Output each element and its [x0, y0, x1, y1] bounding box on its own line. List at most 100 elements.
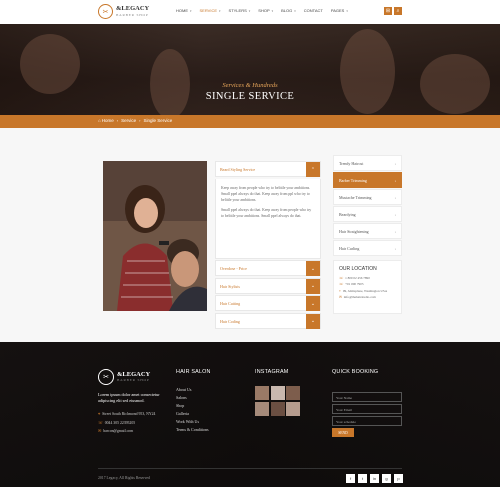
accordion-item[interactable]: Hair Cutting ⌄	[215, 295, 321, 312]
footer-links: About Us Salons Shop Galleria Work With Us Te…	[176, 386, 209, 433]
nav-item-service[interactable]: SERVICE ▾	[200, 8, 221, 13]
cart-button[interactable]: ⊞	[384, 7, 392, 15]
schedule-input[interactable]: Your schedule	[332, 416, 402, 426]
location-address: 09, Jelmsplane, Washington USA	[342, 288, 388, 293]
chevron-right-icon: ›	[394, 178, 396, 183]
service-photo-illustration	[103, 161, 207, 311]
nav-item-stylers[interactable]: STYLERS ▾	[229, 8, 251, 13]
service-photo	[103, 161, 207, 311]
send-button[interactable]: SEND	[332, 428, 354, 437]
instagram-photo[interactable]	[286, 386, 300, 400]
site-header: ✂ &LEGACY BARBER SHOP HOME ▾ SERVICE ▾ STYLE…	[0, 0, 500, 24]
sidebar-list: Trendy Haircut › Barber Trimming › Mustache …	[333, 155, 402, 256]
search-icon: ⌕	[396, 9, 400, 14]
footer-logo-mark-icon: ✂	[98, 369, 114, 385]
instagram-photo[interactable]	[286, 401, 300, 416]
breadcrumb: ⌂ Home › Service › Single Service	[98, 118, 172, 123]
footer-divider	[98, 468, 402, 469]
expand-icon[interactable]: ⌄	[306, 313, 320, 329]
social-icon[interactable]: g	[382, 474, 391, 483]
phone-icon: ☏	[339, 276, 344, 280]
location-phone-alt: +01 000 7905	[345, 282, 364, 287]
footer-contact: ⌖ Street South Richmond 953, NY24 ☏ 0044 3…	[98, 410, 155, 436]
brand-tagline: BARBER SHOP	[116, 12, 149, 17]
breadcrumb-service[interactable]: Service	[121, 118, 136, 123]
social-icon[interactable]: p	[394, 474, 403, 483]
map-pin-icon: ⌖	[98, 412, 101, 416]
footer-link[interactable]: Salons	[176, 394, 209, 402]
copyright: 2017 Legacy, All Rights Reserved	[98, 476, 150, 480]
chevron-down-icon: ▾	[190, 9, 192, 13]
footer-email[interactable]: barcon@gmail.com	[103, 429, 133, 433]
instagram-heading: INSTAGRAM	[255, 369, 289, 375]
accordion-paragraph: Keep away from people who try to belittl…	[221, 185, 311, 202]
sidebar-item[interactable]: Mustache Trimming ›	[333, 189, 402, 205]
accordion-items: Overdose - Price ⌄ Hair Stylists ⌄ Hair Cutt…	[215, 260, 321, 329]
accordion-item[interactable]: Hair Coding ⌄	[215, 312, 321, 329]
accordion-header-open[interactable]: Beard Styling Service ⌃	[215, 161, 321, 177]
accordion-item[interactable]: Overdose - Price ⌄	[215, 260, 321, 277]
footer-logo[interactable]: ✂ &LEGACY BARBER SHOP	[98, 369, 150, 385]
logo-mark-icon: ✂	[98, 4, 113, 19]
location-phone: 1 800 02 456 7890	[345, 276, 370, 280]
instagram-grid	[255, 386, 302, 417]
instagram-photo[interactable]	[270, 386, 285, 400]
chevron-right-icon: ›	[394, 246, 396, 251]
cart-icon: ⊞	[385, 9, 391, 14]
mail-icon: ✉	[339, 294, 342, 299]
footer-link[interactable]: Terms & Conditions	[176, 426, 209, 434]
mobile-icon: ☏	[339, 282, 344, 287]
footer-link[interactable]: Work With Us	[176, 418, 209, 426]
page-hero: Services & Hundreds SINGLE SERVICE	[0, 24, 500, 115]
service-accordion: Beard Styling Service ⌃ Keep away from p…	[215, 161, 321, 331]
breadcrumb-bar: ⌂ Home › Service › Single Service	[0, 115, 500, 128]
accordion-paragraph: Small ppel always do that. Keep away fro…	[221, 207, 312, 218]
location-card: OUR LOCATION ☏ 1 800 02 456 7890 ☏ +01 000…	[333, 260, 402, 314]
accordion-item[interactable]: Hair Stylists ⌄	[215, 277, 321, 294]
hair-salon-heading: HAIR SALON	[176, 369, 211, 375]
email-input[interactable]: Your Email	[332, 404, 402, 414]
chevron-right-icon: ›	[394, 212, 396, 217]
footer-link[interactable]: Shop	[176, 402, 209, 410]
breadcrumb-current: Single Service	[143, 118, 173, 123]
service-sidebar: Trendy Haircut › Barber Trimming › Mustache …	[333, 155, 402, 314]
sidebar-item[interactable]: Hair Curling ›	[333, 240, 402, 256]
instagram-photo[interactable]	[270, 401, 285, 416]
brand-name: &LEGACY	[116, 5, 150, 12]
expand-icon[interactable]: ⌄	[306, 278, 320, 294]
sidebar-item[interactable]: Hair Straightening ›	[333, 223, 402, 239]
name-input[interactable]: Your Name	[332, 392, 402, 402]
quick-booking-heading: QUICK BOOKING	[332, 369, 379, 375]
location-email[interactable]: info@thehairstudio.com	[344, 295, 376, 299]
nav-item-home[interactable]: HOME ▾	[176, 8, 192, 13]
nav-item-pages[interactable]: PAGES ▾	[331, 8, 348, 13]
expand-icon[interactable]: ⌄	[306, 261, 320, 277]
social-icon[interactable]: f	[346, 474, 355, 483]
social-icon[interactable]: t	[358, 474, 367, 483]
nav-item-shop[interactable]: SHOP ▾	[258, 8, 273, 13]
chevron-right-icon: ›	[394, 229, 396, 234]
location-title: OUR LOCATION	[339, 266, 377, 272]
footer-address: Street South Richmond 953, NY24	[102, 412, 156, 416]
home-icon: ⌂	[98, 118, 101, 123]
instagram-photo[interactable]	[255, 386, 269, 400]
social-icon[interactable]: in	[370, 474, 379, 483]
sidebar-item[interactable]: Trendy Haircut ›	[333, 155, 402, 171]
footer-link[interactable]: About Us	[176, 386, 209, 394]
collapse-icon[interactable]: ⌃	[306, 162, 320, 177]
brand-logo[interactable]: ✂ &LEGACY BARBER SHOP	[98, 4, 149, 19]
expand-icon[interactable]: ⌄	[306, 296, 320, 312]
breadcrumb-home[interactable]: Home	[102, 118, 114, 123]
instagram-photo[interactable]	[255, 401, 269, 416]
map-pin-icon: ⌖	[339, 288, 341, 293]
mail-icon: ✉	[98, 429, 102, 433]
nav-item-blog[interactable]: BLOG ▾	[281, 8, 296, 13]
footer-link[interactable]: Galleria	[176, 410, 209, 418]
nav-item-contact[interactable]: CONTACT	[304, 8, 323, 13]
chevron-right-icon: ›	[394, 161, 396, 166]
search-button[interactable]: ⌕	[394, 7, 402, 15]
sidebar-item[interactable]: Barber Trimming ›	[333, 172, 402, 188]
sidebar-item[interactable]: Beardying ›	[333, 206, 402, 222]
main-nav: HOME ▾ SERVICE ▾ STYLERS ▾ SHOP ▾ BLOG ▾ CONTACT PA…	[176, 8, 356, 13]
booking-form: Your Name Your Email Your schedule SEND	[332, 392, 402, 437]
